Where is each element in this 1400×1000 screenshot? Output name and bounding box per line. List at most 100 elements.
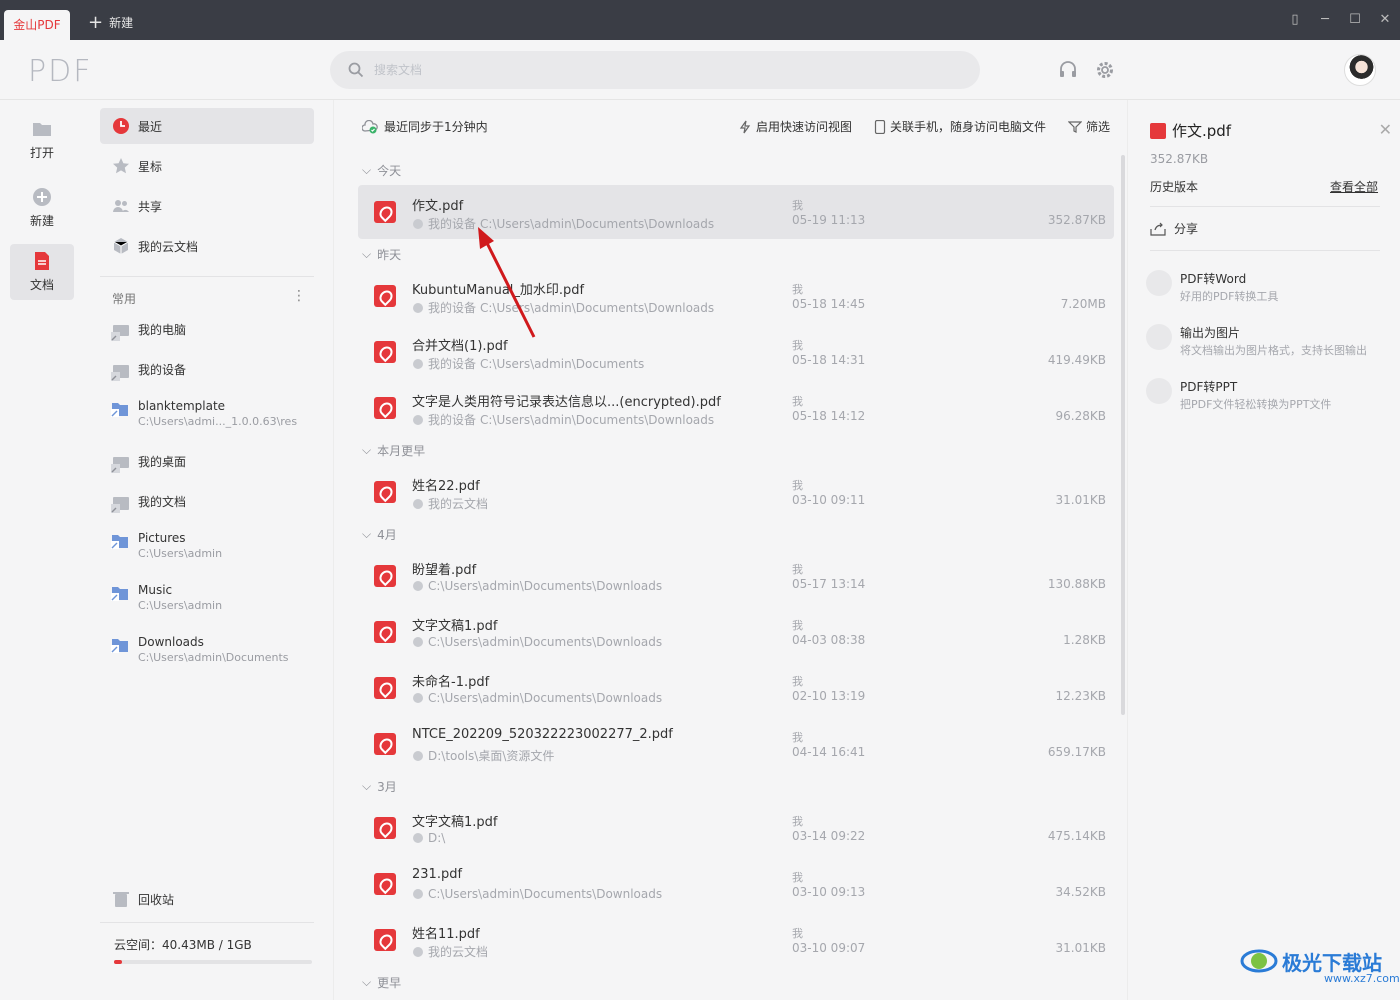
annotation-arrow: [478, 227, 536, 338]
share-button[interactable]: 分享: [1150, 220, 1198, 237]
file-row[interactable]: 文字文稿1.pdf C:\Users\admin\Documents\Downlo…: [358, 605, 1114, 659]
image-export-icon: [1146, 324, 1172, 350]
device-icon: [413, 302, 423, 313]
gear-icon[interactable]: [1095, 60, 1115, 80]
file-time: 04-14 16:41: [792, 745, 866, 759]
file-size: 34.52KB: [1055, 885, 1106, 899]
rail-new-label: 新建: [29, 214, 54, 228]
nav-cloud-docs[interactable]: 我的云文档: [100, 228, 314, 264]
divider: [1150, 206, 1380, 207]
fav-pictures[interactable]: Pictures C:\Users\admin: [110, 530, 320, 562]
file-time: 05-19 11:13: [792, 213, 866, 227]
fav-blanktemplate[interactable]: blanktemplate C:\Users\admi..._1.0.0.63\r…: [110, 398, 320, 430]
file-name: 作文.pdf: [412, 199, 464, 214]
group-today[interactable]: ⌵ 今天: [362, 162, 401, 179]
quick-view-label: 启用快速访问视图: [756, 120, 853, 134]
ppt-convert-icon: [1146, 378, 1172, 404]
tablet-mode-icon[interactable]: ▯: [1280, 10, 1310, 30]
fav-desktop[interactable]: 我的桌面: [110, 454, 320, 474]
user-avatar[interactable]: [1344, 54, 1376, 86]
group-yesterday[interactable]: ⌵ 昨天: [362, 246, 401, 263]
rail-new-button[interactable]: 新建: [10, 180, 74, 236]
group-earlier-this-month[interactable]: ⌵ 本月更早: [362, 442, 425, 459]
group-earlier[interactable]: ⌵ 更早: [362, 974, 401, 991]
sidebar: 最近 星标 共享 我的云文档 常用 ⋮ 我的电脑 我的设备 blanktempl…: [84, 100, 334, 1000]
file-owner: 我: [792, 283, 803, 296]
new-tab-button[interactable]: + 新建: [88, 13, 133, 31]
desktop-icon: [111, 457, 129, 473]
file-owner: 我: [792, 619, 803, 632]
file-location: 我的设备 C:\Users\admin\Documents\Downloads: [412, 215, 714, 232]
group-label: 4月: [377, 528, 397, 542]
file-location: D:\: [412, 831, 445, 845]
window-controls: ▯ ─ ☐ ✕: [1280, 10, 1400, 30]
pdf-file-icon: [374, 733, 396, 755]
quick-view-button[interactable]: 启用快速访问视图: [738, 118, 852, 135]
group-april[interactable]: ⌵ 4月: [362, 526, 397, 543]
list-scrollbar[interactable]: [1121, 155, 1125, 715]
lightning-icon: [739, 120, 751, 133]
tool-desc: 好用的PDF转换工具: [1180, 290, 1279, 303]
rail-docs-button[interactable]: 文档: [10, 244, 74, 300]
divider: [100, 922, 314, 923]
close-button[interactable]: ✕: [1370, 10, 1400, 30]
file-row[interactable]: 文字文稿1.pdf D:\ 我 03-14 09:22 475.14KB: [358, 801, 1114, 855]
phone-icon: [874, 119, 886, 134]
file-row[interactable]: 姓名22.pdf 我的云文档 我 03-10 09:11 31.01KB: [358, 465, 1114, 519]
view-all-link[interactable]: 查看全部: [1330, 178, 1378, 195]
fav-title: Music: [138, 583, 173, 597]
search-input[interactable]: [374, 63, 934, 77]
file-row[interactable]: 姓名11.pdf 我的云文档 我 03-10 09:07 31.01KB: [358, 913, 1114, 967]
folder-shortcut-icon: [111, 535, 128, 549]
file-row[interactable]: 盼望着.pdf C:\Users\admin\Documents\Download…: [358, 549, 1114, 603]
pdf-file-icon: [374, 397, 396, 419]
tab-kingsoft-pdf[interactable]: 金山PDF: [4, 10, 70, 40]
details-size: 352.87KB: [1150, 152, 1209, 166]
rail-open-button[interactable]: 打开: [10, 112, 74, 168]
local-folder-icon: [413, 581, 423, 591]
device-icon: [413, 218, 423, 229]
fav-title: 我的桌面: [138, 455, 187, 469]
file-name: 未命名-1.pdf: [412, 675, 490, 690]
device-label: 我的设备: [428, 413, 477, 427]
more-icon[interactable]: ⋮: [292, 288, 306, 304]
group-march[interactable]: ⌵ 3月: [362, 778, 397, 795]
header: PDF: [0, 40, 1400, 100]
nav-shared[interactable]: 共享: [100, 188, 314, 224]
file-time: 02-10 13:19: [792, 689, 866, 703]
folder-shortcut-icon: [111, 639, 128, 653]
nav-starred[interactable]: 星标: [100, 148, 314, 184]
file-row[interactable]: 231.pdf C:\Users\admin\Documents\Download…: [358, 857, 1114, 911]
fav-my-computer[interactable]: 我的电脑: [110, 322, 320, 342]
file-location: 我的设备 C:\Users\admin\Documents\Downloads: [412, 411, 714, 428]
fav-documents[interactable]: 我的文档: [110, 494, 320, 514]
fav-title: 我的电脑: [138, 323, 187, 337]
maximize-button[interactable]: ☐: [1340, 10, 1370, 30]
fav-path: C:\Users\admin\Documents: [138, 651, 289, 664]
file-time: 03-10 09:07: [792, 941, 866, 955]
local-folder-icon: [413, 750, 423, 761]
section-label-common: 常用: [112, 292, 137, 306]
file-row[interactable]: 未命名-1.pdf C:\Users\admin\Documents\Downlo…: [358, 661, 1114, 715]
minimize-button[interactable]: ─: [1310, 10, 1340, 30]
nav-recent[interactable]: 最近: [100, 108, 314, 144]
pdf-file-icon: [374, 481, 396, 503]
filter-button[interactable]: 筛选: [1068, 118, 1110, 135]
trash-icon: [113, 892, 129, 907]
file-path: D:\: [428, 831, 446, 845]
fav-music[interactable]: Music C:\Users\admin: [110, 582, 320, 614]
headset-icon[interactable]: [1058, 60, 1078, 80]
file-owner: 我: [792, 731, 803, 744]
close-icon[interactable]: ✕: [1379, 120, 1392, 139]
fav-my-device[interactable]: 我的设备: [110, 362, 320, 382]
chevron-down-icon: ⌵: [362, 163, 372, 177]
link-phone-button[interactable]: 关联手机，随身访问电脑文件: [874, 118, 1046, 135]
search-bar[interactable]: [330, 51, 980, 89]
fav-downloads[interactable]: Downloads C:\Users\admin\Documents: [110, 634, 320, 666]
recycle-bin[interactable]: 回收站: [112, 890, 174, 908]
file-row[interactable]: NTCE_202209_520322223002277_2.pdf D:\tool…: [358, 717, 1114, 771]
file-row[interactable]: 文字是人类用符号记录表达信息以...(encrypted).pdf 我的设备 C:\…: [358, 381, 1114, 435]
pdf-file-icon: [374, 873, 396, 895]
star-icon: [113, 158, 129, 174]
file-size: 31.01KB: [1055, 493, 1106, 507]
